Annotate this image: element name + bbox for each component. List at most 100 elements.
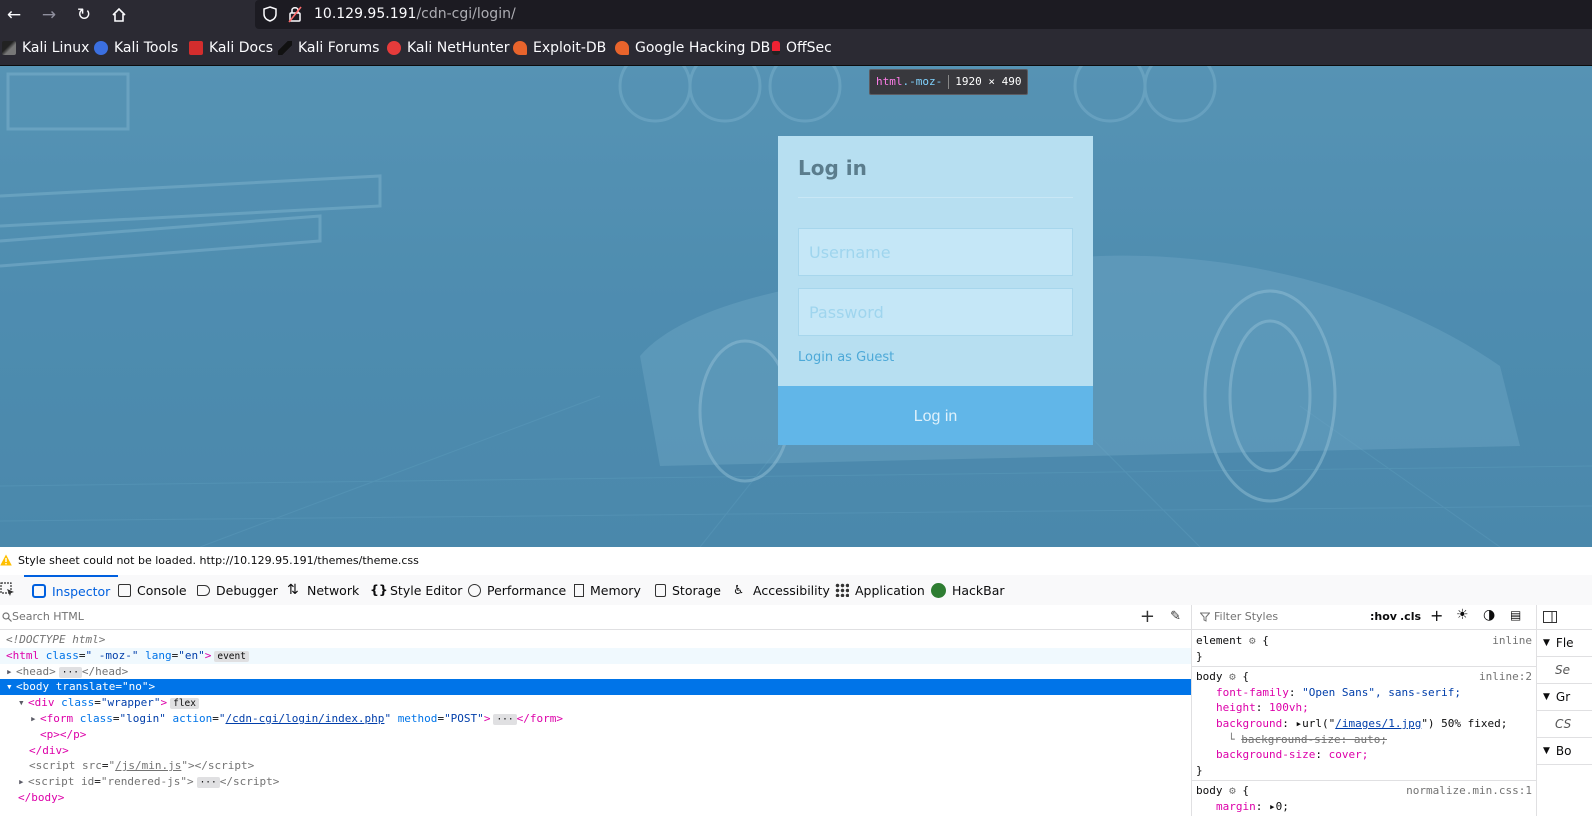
url-text[interactable]: 10.129.95.191/cdn-cgi/login/ [314,6,516,22]
search-html-input[interactable]: Search HTML [12,610,84,623]
div-close-node[interactable]: </div> [0,743,1191,759]
body-close-node[interactable]: </body> [0,790,1191,806]
collapsed-badge[interactable]: ··· [493,713,517,725]
doctype-node[interactable]: <!DOCTYPE html> [0,632,1191,648]
sidebar-toggle-icon[interactable] [1537,605,1592,630]
add-rule-icon[interactable]: + [1430,606,1443,625]
url-path: /cdn-cgi/login/ [416,6,516,22]
insecure-lock-icon[interactable] [288,5,302,23]
kali-forums-icon [278,41,292,55]
username-input[interactable] [798,228,1073,276]
cls-toggle[interactable]: .cls [1400,610,1421,623]
filter-styles-input[interactable]: Filter Styles [1214,610,1278,623]
margin-value: 0; [1275,799,1289,813]
tab-label: Network [307,582,360,598]
collapsed-badge[interactable]: ··· [58,666,82,678]
expand-arrow-icon[interactable]: ▸ [30,711,40,727]
form-node[interactable]: ▸ <form class="login" action="/cdn-cgi/lo… [0,711,1191,727]
forward-arrow-icon[interactable]: → [37,3,61,27]
shield-icon[interactable] [263,6,277,22]
kali-dragon-icon [2,41,16,55]
collapse-arrow-icon[interactable]: ▾ [6,679,16,695]
reload-icon[interactable]: ↻ [72,3,96,27]
browser-toolbar: ← → ↻ 10.129.95.191/cdn-cgi/login/ [0,0,1592,30]
back-arrow-icon[interactable]: ← [2,3,26,27]
background-url-link[interactable]: /images/1.jpg [1335,717,1421,730]
tab-performance[interactable]: Performance [468,575,566,605]
html-node[interactable]: <html class=" -moz-" lang="en"> event [0,647,1191,664]
bookmark-kali-tools[interactable]: Kali Tools [94,39,178,57]
warning-message: Style sheet could not be loaded. http://… [18,554,419,567]
prop-margin[interactable]: margin: ▸0; [1192,799,1536,815]
layout-section-grid[interactable]: ▼ Gr [1537,684,1592,711]
head-node[interactable]: ▸ <head> ··· </head> [0,664,1191,680]
normalize-rule-header: body ⚙ {normalize.min.css:1 [1196,783,1532,799]
flex-badge[interactable]: flex [170,698,199,710]
page-viewport: html.-moz- 1920 × 490 Log in Login as Gu… [0,66,1592,547]
bookmark-label: Exploit-DB [533,40,607,56]
tab-network[interactable]: ⇅ Network [287,575,359,605]
bookmark-label: OffSec [786,40,832,56]
normalize-rule-source[interactable]: normalize.min.css:1 [1406,783,1532,799]
overridden-background-size: └ background-size: auto; [1228,732,1387,746]
prop-background[interactable]: background: ▸url("/images/1.jpg") 50% fi… [1192,716,1536,732]
eyedropper-icon[interactable]: ✎ [1170,609,1181,624]
password-input[interactable] [798,288,1073,336]
add-node-icon[interactable]: + [1140,606,1155,627]
layout-select-hint: Se [1537,657,1592,684]
prop-background-size[interactable]: background-size: cover; [1192,747,1536,763]
prop-height[interactable]: height: 100vh; [1192,700,1536,716]
doctype-text: <!DOCTYPE html> [6,633,106,646]
tab-inspector[interactable]: Inspector [24,575,119,605]
login-as-guest-link[interactable]: Login as Guest [798,350,894,365]
storage-icon [655,583,666,597]
layout-section-flexbox[interactable]: ▼ Fle [1537,630,1592,657]
script-src-link[interactable]: /js/min.js [115,759,181,772]
home-icon[interactable] [107,3,131,27]
script-rendered-node[interactable]: ▸ <script id="rendered-js"> ··· </script> [0,774,1191,790]
collapsed-badge[interactable]: ··· [196,777,220,789]
body-node-selected[interactable]: ▾ <body translate="no"> [0,679,1191,696]
form-action-link[interactable]: /cdn-cgi/login/index.php [225,712,384,725]
tab-storage[interactable]: Storage [655,575,721,605]
bookmark-offsec[interactable]: OffSec [772,39,832,57]
bookmark-kali-nethunter[interactable]: Kali NetHunter [387,39,509,57]
tab-label: Performance [487,582,567,598]
hov-toggle[interactable]: :hov [1370,610,1397,623]
dark-scheme-icon[interactable]: ◑ [1483,607,1495,623]
bookmark-kali-linux[interactable]: Kali Linux [2,39,89,57]
url-bar[interactable]: 10.129.95.191/cdn-cgi/login/ [255,0,1592,29]
expand-arrow-icon[interactable]: ▸ [6,664,16,680]
collapse-arrow-icon[interactable]: ▾ [18,695,28,711]
light-scheme-icon[interactable]: ☀ [1456,607,1469,623]
tab-accessibility[interactable]: ♿ Accessibility [733,575,830,605]
wrapper-div-node[interactable]: ▾ <div class="wrapper"> flex [0,695,1191,711]
bookmark-kali-docs[interactable]: Kali Docs [189,39,273,57]
script-id-value: "rendered-js" [100,775,187,789]
bookmark-google-hacking-db[interactable]: Google Hacking DB [615,39,770,57]
tab-hackbar[interactable]: HackBar [931,575,1005,605]
layout-section-box-model[interactable]: ▼ Bo [1537,738,1592,765]
bookmark-kali-forums[interactable]: Kali Forums [278,39,379,57]
tab-debugger[interactable]: Debugger [197,575,278,605]
tab-label: Style Editor [390,582,463,598]
tab-style-editor[interactable]: {} Style Editor [370,575,462,605]
html-class-value: " -moz-" [85,648,139,662]
print-media-icon[interactable]: ▤ [1510,608,1521,622]
p-node[interactable]: <p></p> [0,727,1191,743]
element-picker-icon[interactable] [0,575,16,605]
prop-font-family[interactable]: font-family: "Open Sans", sans-serif; [1192,685,1536,701]
script-min-node[interactable]: <script src="/js/min.js"></script> [0,758,1191,774]
markup-view: Search HTML + ✎ <!DOCTYPE html> <html cl… [0,605,1192,816]
event-badge[interactable]: event [214,650,249,662]
login-form: Log in Login as Guest Log in [778,136,1093,445]
body-rule-source[interactable]: inline:2 [1479,669,1532,685]
bookmark-exploit-db[interactable]: Exploit-DB [513,39,606,57]
tab-application[interactable]: Application [835,575,925,605]
ghdb-icon [615,41,629,55]
login-submit-button[interactable]: Log in [778,386,1093,445]
tab-console[interactable]: Console [118,575,187,605]
tab-memory[interactable]: Memory [574,575,641,605]
bookmark-label: Google Hacking DB [635,40,771,56]
expand-arrow-icon[interactable]: ▸ [18,774,28,790]
